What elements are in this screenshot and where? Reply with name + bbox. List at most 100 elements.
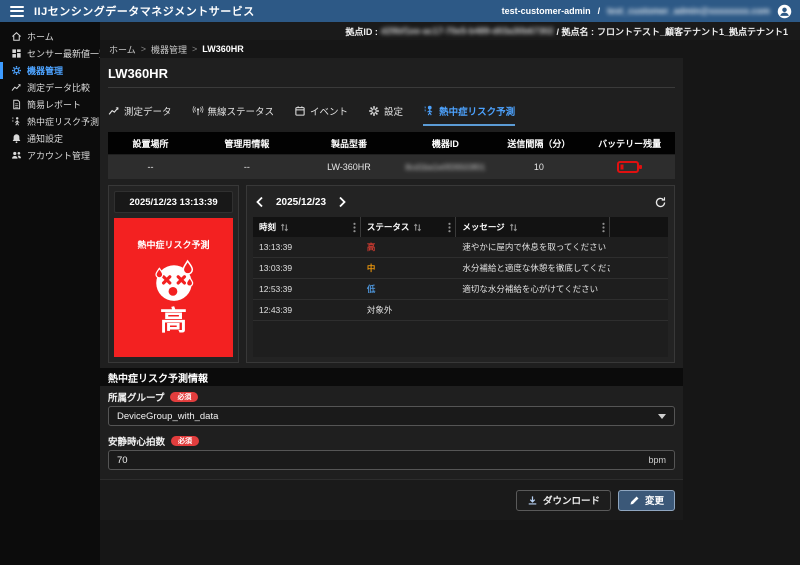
status-history-panel: 2025/12/23 時刻	[246, 185, 675, 363]
risk-level-card: 熱中症リスク予測 高	[114, 218, 233, 357]
group-select-value: DeviceGroup_with_data	[117, 411, 218, 422]
device-model: LW-360HR	[301, 155, 397, 179]
app-window: IIJセンシングデータマネジメントサービス test-customer-admi…	[0, 0, 800, 565]
heatstroke-icon	[11, 116, 22, 127]
bell-icon	[11, 133, 22, 144]
group-select[interactable]: DeviceGroup_with_data	[108, 406, 675, 426]
download-icon	[527, 495, 538, 506]
breadcrumb: ホーム > 機器管理 > LW360HR	[100, 40, 800, 58]
heat-face-icon	[151, 259, 197, 305]
line-chart-icon	[108, 105, 120, 117]
hamburger-menu-icon[interactable]	[10, 6, 24, 17]
gear-icon	[11, 65, 22, 76]
status-message	[456, 300, 610, 320]
device-interval: 10	[494, 155, 585, 179]
column-menu-icon[interactable]	[353, 222, 356, 233]
next-day-button[interactable]	[335, 195, 349, 209]
account-avatar-icon[interactable]	[777, 4, 792, 19]
breadcrumb-current: LW360HR	[202, 44, 244, 54]
breadcrumb-device-management[interactable]: 機器管理	[151, 43, 187, 56]
device-info-header-row: 設置場所 管理用情報 製品型番 機器ID 送信間隔（分） バッテリー残量	[108, 132, 675, 154]
required-badge: 必須	[171, 436, 199, 446]
tab-wireless-status[interactable]: 無線ステータス	[192, 98, 275, 126]
site-id-label: 拠点ID :	[345, 25, 378, 38]
gear-icon	[368, 105, 380, 117]
section-header: 熱中症リスク予測情報	[100, 368, 683, 386]
tab-measurement-data[interactable]: 測定データ	[108, 98, 172, 126]
sort-icon[interactable]	[413, 223, 422, 232]
tab-settings[interactable]: 設定	[368, 98, 403, 126]
column-menu-icon[interactable]	[448, 222, 451, 233]
sidebar-item-heatstroke-risk[interactable]: 熱中症リスク予測	[0, 113, 100, 130]
status-row: 13:13:39 高 速やかに屋内で休息を取ってください	[253, 237, 668, 258]
status-message: 速やかに屋内で休息を取ってください	[456, 237, 610, 257]
risk-panels: 2025/12/23 13:13:39 熱中症リスク予測	[108, 185, 675, 363]
device-info-data-row: -- -- LW-360HR 8cd1ba1e0f26503f01 10	[108, 155, 675, 179]
status-level: 対象外	[361, 300, 456, 320]
top-bar: IIJセンシングデータマネジメントサービス test-customer-admi…	[0, 0, 800, 22]
calendar-icon	[294, 105, 306, 117]
main-area: 拠点ID : d29bf1ee-ac17-70e5-b489-d03a30b67…	[100, 22, 800, 565]
status-message: 適切な水分補給を心がけてください	[456, 279, 610, 299]
status-row: 12:43:39 対象外	[253, 300, 668, 321]
refresh-button[interactable]	[652, 194, 668, 210]
device-admin-info: --	[193, 155, 301, 179]
status-time: 12:43:39	[253, 300, 361, 320]
site-info-bar: 拠点ID : d29bf1ee-ac17-70e5-b489-d03a30b67…	[100, 22, 800, 40]
app-title: IIJセンシングデータマネジメントサービス	[34, 3, 255, 19]
sidebar: ホーム センサー最新値一覧 機器管理 測定データ比較 簡易レポート 熱中症リスク…	[0, 22, 100, 565]
tab-heatstroke-risk[interactable]: 熱中症リスク予測	[423, 98, 515, 126]
username: test-customer-admin	[502, 6, 591, 16]
sidebar-item-sensor-latest[interactable]: センサー最新値一覧	[0, 45, 100, 62]
chevron-down-icon	[658, 414, 666, 419]
sidebar-item-account-management[interactable]: アカウント管理	[0, 147, 100, 164]
sidebar-item-notification-settings[interactable]: 通知設定	[0, 130, 100, 147]
sidebar-item-data-compare[interactable]: 測定データ比較	[0, 79, 100, 96]
status-table-header: 時刻 ステータス メッセージ	[253, 217, 668, 237]
site-name-value: フロントテスト_顧客テナント1_拠点テナント1	[597, 25, 788, 38]
tab-event[interactable]: イベント	[294, 98, 348, 126]
device-id-redacted: 8cd1ba1e0f26503f01	[405, 162, 485, 172]
heart-rate-input[interactable]	[117, 455, 648, 466]
battery-empty-icon	[617, 160, 643, 174]
users-icon	[11, 150, 22, 161]
prev-day-button[interactable]	[253, 195, 267, 209]
sort-icon[interactable]	[509, 223, 518, 232]
status-row: 13:03:39 中 水分補給と適度な休憩を徹底してください	[253, 258, 668, 279]
sidebar-item-simple-report[interactable]: 簡易レポート	[0, 96, 100, 113]
risk-settings-form: 所属グループ 必須 DeviceGroup_with_data 安静時心拍数 必…	[108, 391, 675, 470]
device-location: --	[108, 155, 193, 179]
status-time: 13:03:39	[253, 258, 361, 278]
status-table: 時刻 ステータス メッセージ	[253, 217, 668, 357]
tab-bar: 測定データ 無線ステータス イベント 設定 熱中症リスク予測	[108, 98, 675, 126]
dashboard-grid-icon	[11, 48, 22, 59]
site-name-label: / 拠点名 :	[556, 25, 594, 38]
status-row: 12:53:39 低 適切な水分補給を心がけてください	[253, 279, 668, 300]
refresh-icon	[654, 196, 667, 209]
column-menu-icon[interactable]	[602, 222, 605, 233]
change-button[interactable]: 変更	[618, 490, 675, 511]
status-level: 中	[361, 258, 456, 278]
sidebar-item-home[interactable]: ホーム	[0, 28, 100, 45]
status-time: 13:13:39	[253, 237, 361, 257]
chevron-right-icon	[337, 196, 347, 208]
heart-rate-field-label: 安静時心拍数	[108, 434, 165, 448]
status-message: 水分補給と適度な休憩を徹底してください	[456, 258, 610, 278]
download-button[interactable]: ダウンロード	[516, 490, 611, 511]
date-navigation: 2025/12/23	[253, 191, 668, 213]
risk-level-text: 高	[160, 308, 187, 335]
page-title: LW360HR	[108, 66, 675, 88]
risk-datetime: 2025/12/23 13:13:39	[114, 191, 233, 213]
user-separator: /	[598, 6, 601, 16]
breadcrumb-home[interactable]: ホーム	[109, 43, 136, 56]
document-icon	[11, 99, 22, 110]
heatstroke-icon	[423, 105, 435, 117]
required-badge: 必須	[170, 392, 198, 402]
card-footer: ダウンロード 変更	[100, 479, 683, 520]
antenna-icon	[192, 105, 204, 117]
current-risk-panel: 2025/12/23 13:13:39 熱中症リスク予測	[108, 185, 239, 363]
status-level: 高	[361, 237, 456, 257]
sort-icon[interactable]	[280, 223, 289, 232]
sidebar-item-device-management[interactable]: 機器管理	[0, 62, 100, 79]
heart-rate-unit: bpm	[648, 455, 666, 465]
